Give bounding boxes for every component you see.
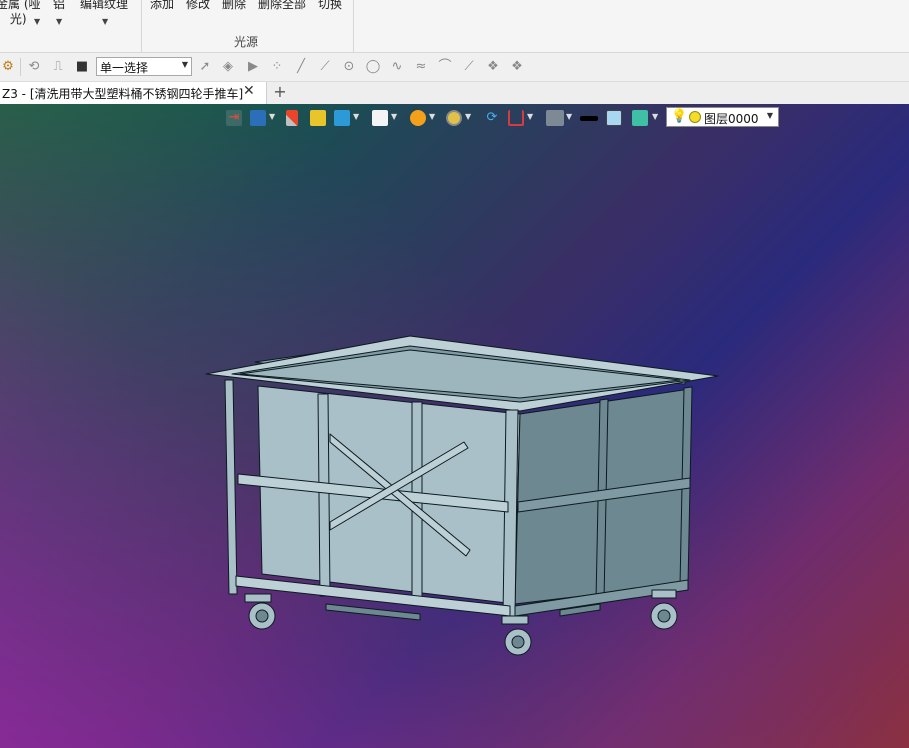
- circle-icon[interactable]: ◯: [365, 59, 381, 75]
- frame-post: [502, 409, 519, 617]
- filter-icon[interactable]: ⚙: [0, 59, 16, 75]
- caster-wheel: [650, 589, 678, 630]
- ribbon: 金属 (哑 光) ▼ 铝 ▼ 编辑纹理 ▼ 添加 修改 删除 删除全部 切换 光…: [0, 0, 909, 53]
- document-tab-bar: Z3 - [清洗用带大型塑料桶不锈钢四轮手推车] ✕ +: [0, 82, 909, 105]
- cursor-icon[interactable]: ➚: [197, 59, 213, 75]
- line-icon[interactable]: ╱: [293, 59, 309, 75]
- caster-wheel: [244, 593, 276, 630]
- document-title: Z3 - [清洗用带大型塑料桶不锈钢四轮手推车]: [2, 87, 244, 101]
- frame-post: [317, 393, 331, 597]
- chevron-down-icon[interactable]: ▼: [34, 17, 40, 26]
- ribbon-divider: [141, 0, 142, 52]
- ribbon-item-label: 删除全部: [258, 0, 307, 11]
- ribbon-item-label: 编辑纹理: [80, 0, 129, 11]
- chevron-down-icon[interactable]: ▼: [56, 17, 62, 26]
- wave-icon[interactable]: ≈: [413, 59, 429, 75]
- caster-wheel: [501, 615, 532, 656]
- trolley-model: [205, 335, 719, 656]
- pick-face-icon[interactable]: ◈: [220, 59, 236, 75]
- ribbon-group-label-light: 光源: [234, 35, 259, 49]
- selection-toolbar: ⚙ ⟲ ⎍ ■ 单一选择 ▼ ➚ ◈ ▶ ⁘ ╱ ⟋ ⊙ ◯ ∿ ≈ ⌒ ⟋ ❖…: [0, 53, 909, 82]
- toolbar-divider: [20, 58, 21, 76]
- ribbon-item-label: 铝: [53, 0, 66, 11]
- curve-icon[interactable]: ∿: [389, 59, 405, 75]
- line-point-icon[interactable]: ⟋: [317, 59, 333, 75]
- chevron-down-icon: ▼: [181, 60, 188, 69]
- solid-icon[interactable]: ❖: [509, 59, 525, 75]
- frame-post: [224, 379, 238, 595]
- add-tab-icon[interactable]: +: [273, 82, 287, 101]
- selection-mode-dropdown[interactable]: 单一选择 ▼: [96, 57, 192, 76]
- chevron-down-icon[interactable]: ▼: [102, 17, 108, 26]
- base-plate: [325, 603, 421, 621]
- light-toggle-button[interactable]: 切换: [318, 0, 342, 12]
- ribbon-item-label: 切换: [318, 0, 343, 11]
- point-cloud-icon[interactable]: ⁘: [269, 59, 285, 75]
- ribbon-edit-texture-button[interactable]: 编辑纹理: [80, 0, 128, 12]
- selection-mode-value: 单一选择: [100, 61, 149, 75]
- tab-document[interactable]: Z3 - [清洗用带大型塑料桶不锈钢四轮手推车] ✕: [0, 82, 267, 104]
- stop-icon[interactable]: ■: [74, 59, 90, 75]
- ribbon-material-aluminium[interactable]: 铝: [53, 0, 65, 12]
- rotate-icon[interactable]: ⟲: [26, 59, 42, 75]
- light-delete-all-button[interactable]: 删除全部: [258, 0, 306, 12]
- ribbon-item-label: 删除: [222, 0, 247, 11]
- light-modify-button[interactable]: 修改: [186, 0, 210, 12]
- 3d-viewport[interactable]: ⇥ ▼ ▼ ▼ ▼ ▼ ⟳ ▼ ▼ ▼ 💡 图层0000 ▼: [0, 104, 909, 748]
- ribbon-item-label: 添加: [150, 0, 175, 11]
- pick-icon[interactable]: ⎍: [50, 59, 66, 75]
- ribbon-divider: [353, 0, 354, 52]
- circle-center-icon[interactable]: ⊙: [341, 59, 357, 75]
- ribbon-item-label: 修改: [186, 0, 211, 11]
- play-icon[interactable]: ▶: [245, 59, 261, 75]
- tangent-line-icon[interactable]: ⟋: [461, 59, 477, 75]
- light-add-button[interactable]: 添加: [150, 0, 174, 12]
- light-delete-button[interactable]: 删除: [222, 0, 246, 12]
- arc-icon[interactable]: ⌒: [437, 59, 453, 75]
- surface-icon[interactable]: ❖: [485, 59, 501, 75]
- close-icon[interactable]: ✕: [243, 83, 255, 99]
- ribbon-item-label: 金属 (哑: [0, 0, 41, 11]
